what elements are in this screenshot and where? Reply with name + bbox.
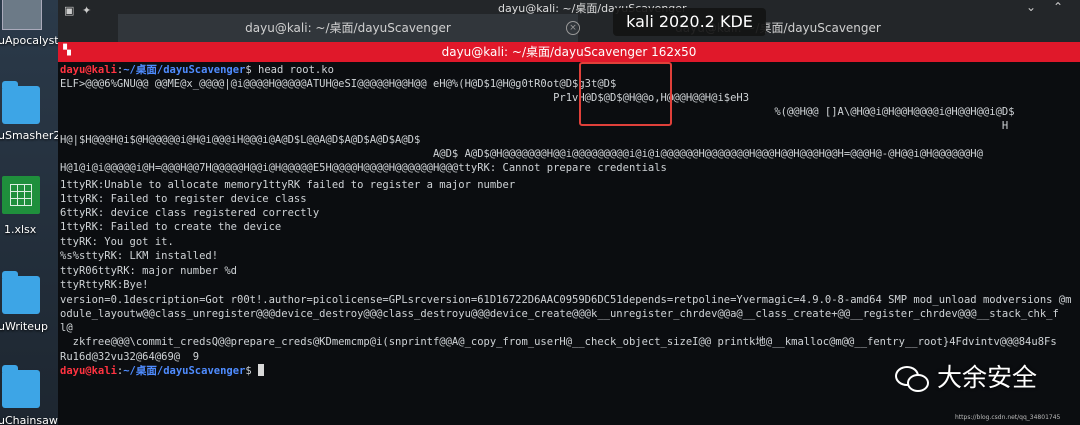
maximize-icon[interactable]: ⌃: [1053, 0, 1063, 14]
command-text: head root.ko: [251, 64, 334, 76]
terminal-title: dayu@kali: ~/桌面/dayuScavenger 162x50: [441, 45, 697, 59]
output-line: ttyRK: You got it.: [60, 236, 174, 248]
minimize-icon[interactable]: ⌄: [1026, 0, 1036, 14]
prompt-user: dayu@kali: [60, 365, 117, 377]
prompt-user: dayu@kali: [60, 64, 117, 76]
folder-icon: [2, 271, 40, 314]
output-line: H@1@i@i@@@@@i@H=@@@H@@7H@@@@@H@@i@H@@@@@…: [60, 162, 667, 174]
terminal-title-bar[interactable]: ▚ dayu@kali: ~/桌面/dayuScavenger 162x50: [58, 42, 1080, 62]
output-line: H: [60, 120, 1009, 132]
highlight-box: [579, 62, 672, 126]
output-line: odule_layoutw@@class_unregister@@@device…: [60, 308, 1059, 320]
desktop-icon-label: uChainsaw: [0, 414, 58, 425]
window-menu-icon[interactable]: ▣: [64, 4, 74, 17]
desktop-strip: uApocalyst uSmasher2 1.xlsx uWriteup uCh…: [0, 0, 58, 425]
prompt-end: $: [245, 365, 252, 377]
prompt-path: ~/桌面/dayuScavenger: [123, 64, 246, 76]
output-line: version=0.1description=Got r00t!.author=…: [60, 294, 1072, 306]
output-line: 1ttyRK:Unable to allocate memory1ttyRK f…: [60, 179, 516, 191]
terminal-menu-icon[interactable]: ▚: [62, 46, 72, 56]
caption-overlay: kali 2020.2 KDE: [613, 8, 766, 36]
output-line: ELF>@@@6%GNU@@ @@ME@x_@@@@|@i@@@@H@@@@@A…: [60, 78, 617, 90]
desktop-icon-label: uApocalyst: [0, 34, 58, 47]
spreadsheet-grid: [10, 184, 32, 206]
folder-icon: [2, 81, 40, 124]
watermark: 大余安全: [895, 358, 1037, 398]
output-line: 1ttyRK: Failed to create the device: [60, 221, 282, 233]
tab-1-label: dayu@kali: ~/桌面/dayuScavenger: [245, 21, 451, 35]
folder-icon: [2, 365, 40, 408]
output-line: zkfree@@@\commit_credsQ@@prepare_creds@K…: [60, 336, 1057, 348]
output-line: H@|$H@@@H@i$@H@@@@@i@H@i@@@iH@@@i@A@D$L@…: [60, 134, 421, 146]
output-line: A@D$ A@D$@H@@@@@@@H@@i@@@@@@@@@i@i@i@@@@…: [60, 148, 983, 160]
close-icon[interactable]: ×: [566, 21, 580, 35]
output-line: ttyR06ttyRK: major number %d: [60, 265, 238, 277]
pin-icon[interactable]: ✦: [82, 4, 91, 17]
output-line: l@: [60, 322, 73, 334]
output-line: ttyRttyRK:Bye!: [60, 279, 149, 291]
desktop-icon-label: 1.xlsx: [4, 223, 37, 236]
watermark-credit: https://blog.csdn.net/qq_34801745: [955, 414, 1061, 421]
output-line: %(@@H@@ []A\@H@@i@H@@H@@@@i@H@@H@@i@D$: [60, 106, 1015, 118]
prompt-path: ~/桌面/dayuScavenger: [123, 365, 246, 377]
spreadsheet-icon: [2, 176, 40, 214]
desktop-icon-label: uSmasher2: [0, 129, 58, 142]
text-cursor: [258, 364, 265, 376]
wechat-icon: [895, 364, 929, 394]
output-line: 6ttyRK: device class registered correctl…: [60, 207, 320, 219]
output-line: 1ttyRK: Failed to register device class: [60, 193, 307, 205]
terminal-tab-bar: ▣ ✦ dayu@kali: ~/桌面/dayuScavenger dayu@k…: [58, 0, 1080, 42]
output-line: %s%sttyRK: LKM installed!: [60, 250, 219, 262]
watermark-text: 大余安全: [937, 363, 1038, 392]
tab-1[interactable]: dayu@kali: ~/桌面/dayuScavenger ×: [118, 14, 580, 42]
command-line: dayu@kali:~/桌面/dayuScavenger$: [60, 364, 265, 378]
output-line: Ru16d@32vu32@64@69@ 9: [60, 351, 200, 363]
desktop-icon-label: uWriteup: [0, 320, 48, 333]
command-line: dayu@kali:~/桌面/dayuScavenger$ head root.…: [60, 63, 334, 77]
image-thumbnail-icon: [2, 0, 42, 30]
